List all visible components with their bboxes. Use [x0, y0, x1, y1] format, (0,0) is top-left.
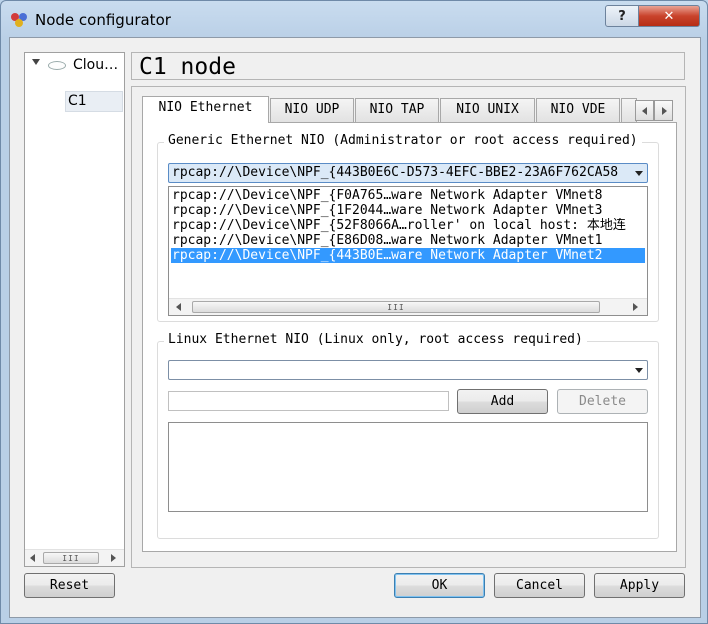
- scroll-thumb[interactable]: III: [43, 552, 99, 564]
- nio-ethernet-page: Generic Ethernet NIO (Administrator or r…: [142, 122, 677, 552]
- dropdown-arrow-icon: [635, 368, 643, 373]
- list-item-selected[interactable]: rpcap://\Device\NPF_{443B0E…ware Network…: [171, 248, 645, 263]
- title-bar[interactable]: Node configurator ? ✕: [1, 1, 707, 37]
- list-horizontal-scrollbar[interactable]: III: [169, 298, 647, 315]
- grip-icon: III: [387, 302, 405, 312]
- chevron-left-icon: [642, 107, 647, 115]
- linux-interface-input[interactable]: [168, 391, 449, 411]
- tree-horizontal-scrollbar[interactable]: III: [25, 549, 124, 566]
- tab-nio-tap[interactable]: NIO TAP: [355, 98, 439, 122]
- dialog-body: Clou… C1 III C1 node NIO Ethernet NIO UD…: [9, 37, 701, 618]
- tab-nio-vde[interactable]: NIO VDE: [536, 98, 620, 122]
- node-configurator-window: Node configurator ? ✕ Clou… C1 III C1 no…: [0, 0, 708, 624]
- delete-button[interactable]: Delete: [557, 389, 648, 414]
- linux-interface-list[interactable]: [168, 422, 648, 512]
- scroll-left-arrow-icon[interactable]: [176, 303, 181, 311]
- tree-item-c1[interactable]: C1: [68, 91, 87, 111]
- cloud-icon: [48, 61, 66, 70]
- apply-button[interactable]: Apply: [594, 573, 685, 598]
- scroll-left-arrow-icon[interactable]: [30, 554, 35, 562]
- tree-item-cloud[interactable]: Clou…: [73, 55, 118, 75]
- linux-ethernet-group-title: Linux Ethernet NIO (Linux only, root acc…: [164, 332, 587, 347]
- generic-interface-combo[interactable]: rpcap://\Device\NPF_{443B0E6C-D573-4EFC-…: [168, 163, 648, 183]
- tab-nio-udp[interactable]: NIO UDP: [270, 98, 354, 122]
- scroll-thumb[interactable]: III: [192, 301, 600, 313]
- generic-interface-list[interactable]: rpcap://\Device\NPF_{F0A765…ware Network…: [168, 186, 648, 316]
- expand-arrow-icon[interactable]: [32, 59, 40, 65]
- tab-scroll-right-button[interactable]: [654, 100, 673, 121]
- tab-nio-ethernet[interactable]: NIO Ethernet: [142, 96, 269, 123]
- scroll-right-arrow-icon[interactable]: [111, 554, 116, 562]
- close-button[interactable]: ✕: [638, 5, 700, 27]
- node-header: C1 node: [131, 52, 685, 80]
- tree-item-label: Clou…: [73, 57, 119, 73]
- tab-nio-unix[interactable]: NIO UNIX: [440, 98, 535, 122]
- cancel-button[interactable]: Cancel: [494, 573, 585, 598]
- tab-scroll-buttons: [635, 100, 673, 121]
- chevron-right-icon: [662, 107, 667, 115]
- app-icon: [11, 13, 27, 27]
- add-button[interactable]: Add: [457, 389, 548, 414]
- grip-icon: III: [62, 553, 80, 563]
- list-item[interactable]: rpcap://\Device\NPF_{1F2044…ware Network…: [171, 203, 645, 218]
- question-mark-icon: ?: [618, 8, 626, 24]
- scroll-right-arrow-icon[interactable]: [633, 303, 638, 311]
- list-item[interactable]: rpcap://\Device\NPF_{E86D08…ware Network…: [171, 233, 645, 248]
- node-title: C1 node: [139, 54, 236, 80]
- window-title: Node configurator: [35, 11, 171, 29]
- tab-scroll-left-button[interactable]: [635, 100, 654, 121]
- close-icon: ✕: [663, 8, 675, 24]
- list-item[interactable]: rpcap://\Device\NPF_{52F8066A…roller' on…: [171, 218, 645, 233]
- tree-item-label: C1: [68, 93, 87, 109]
- generic-ethernet-group-title: Generic Ethernet NIO (Administrator or r…: [164, 133, 642, 148]
- reset-button[interactable]: Reset: [24, 573, 115, 598]
- linux-interface-combo[interactable]: [168, 360, 648, 380]
- linux-ethernet-group: Linux Ethernet NIO (Linux only, root acc…: [157, 332, 659, 539]
- generic-interface-combo-value: rpcap://\Device\NPF_{443B0E6C-D573-4EFC-…: [172, 165, 619, 180]
- node-tree[interactable]: Clou… C1 III: [24, 52, 125, 567]
- help-button[interactable]: ?: [605, 5, 639, 27]
- list-item[interactable]: rpcap://\Device\NPF_{F0A765…ware Network…: [171, 188, 645, 203]
- dropdown-arrow-icon: [635, 171, 643, 176]
- ok-button[interactable]: OK: [394, 573, 485, 598]
- generic-ethernet-group: Generic Ethernet NIO (Administrator or r…: [157, 133, 659, 322]
